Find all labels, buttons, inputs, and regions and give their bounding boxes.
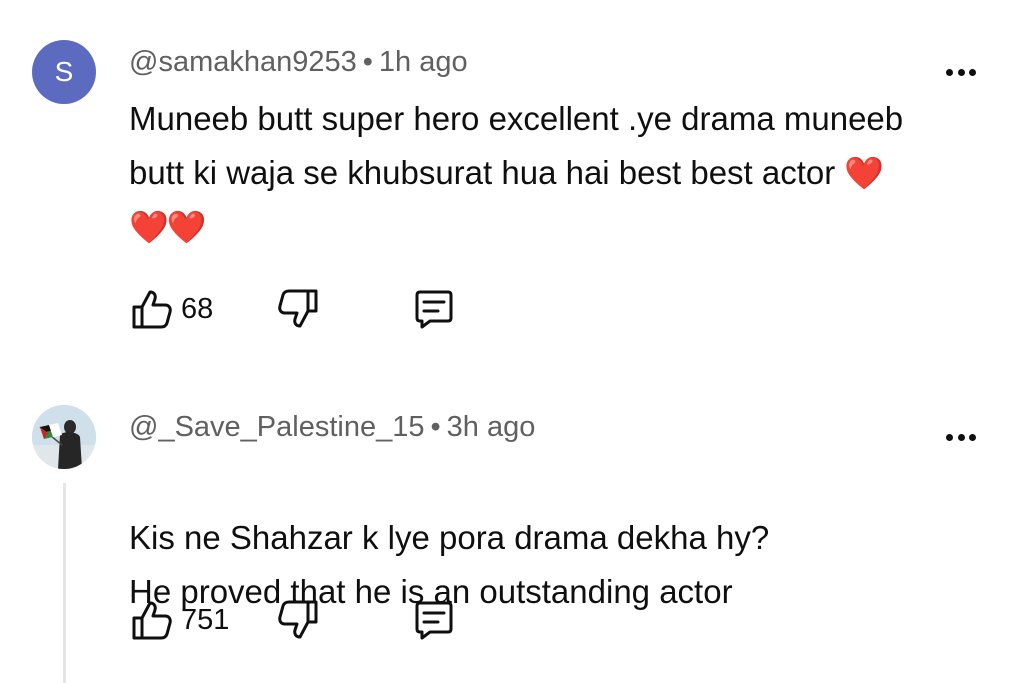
like-button[interactable]: 68 bbox=[129, 284, 213, 334]
more-vert-icon-dot bbox=[969, 68, 976, 76]
thumbs-down-icon bbox=[275, 286, 321, 332]
comment-meta: @samakhan9253 • 1h ago bbox=[129, 46, 468, 79]
reply-icon bbox=[410, 597, 456, 643]
more-options-button[interactable] bbox=[946, 427, 976, 447]
comment-text: Kis ne Shahzar k lye pora drama dekha hy… bbox=[129, 457, 919, 619]
dislike-button[interactable] bbox=[275, 595, 321, 645]
like-count: 68 bbox=[181, 292, 214, 325]
like-count: 751 bbox=[181, 603, 230, 636]
reply-button[interactable] bbox=[410, 595, 456, 645]
comment-time: 1h ago bbox=[378, 46, 468, 78]
more-vert-icon bbox=[946, 68, 953, 76]
meta-separator: • bbox=[362, 46, 373, 78]
thumbs-up-icon bbox=[129, 286, 175, 332]
thumbs-down-icon bbox=[275, 597, 321, 643]
meta-separator: • bbox=[430, 411, 441, 443]
comment-body: Muneeb butt super hero excellent .ye dra… bbox=[129, 100, 904, 191]
comment-time: 3h ago bbox=[446, 411, 536, 443]
comment-thread-1: S @samakhan9253 • 1h ago Muneeb butt super… bbox=[0, 0, 1024, 360]
reply-icon bbox=[410, 286, 456, 332]
more-vert-icon-dot bbox=[969, 433, 976, 441]
avatar-letter: S bbox=[54, 56, 74, 87]
more-options-button[interactable] bbox=[946, 62, 976, 82]
comment-thread-2: @_Save_Palestine_15 • 3h ago Kis ne Shahza… bbox=[0, 365, 1024, 683]
more-vert-icon bbox=[946, 433, 953, 441]
avatar[interactable] bbox=[32, 405, 96, 469]
thread-line bbox=[63, 483, 66, 683]
dislike-button[interactable] bbox=[275, 284, 321, 334]
avatar[interactable]: S bbox=[32, 40, 96, 104]
like-button[interactable]: 751 bbox=[129, 595, 229, 645]
comment-author[interactable]: @_Save_Palestine_15 bbox=[129, 411, 424, 443]
more-vert-icon-dot bbox=[957, 433, 965, 441]
avatar-photo-image bbox=[32, 405, 96, 469]
more-vert-icon-dot bbox=[957, 68, 965, 76]
comment-text: Muneeb butt super hero excellent .ye dra… bbox=[129, 92, 919, 254]
reply-button[interactable] bbox=[410, 284, 456, 334]
comment-meta: @_Save_Palestine_15 • 3h ago bbox=[129, 411, 535, 444]
thumbs-up-icon bbox=[129, 597, 175, 643]
comment-author[interactable]: @samakhan9253 bbox=[129, 46, 357, 78]
